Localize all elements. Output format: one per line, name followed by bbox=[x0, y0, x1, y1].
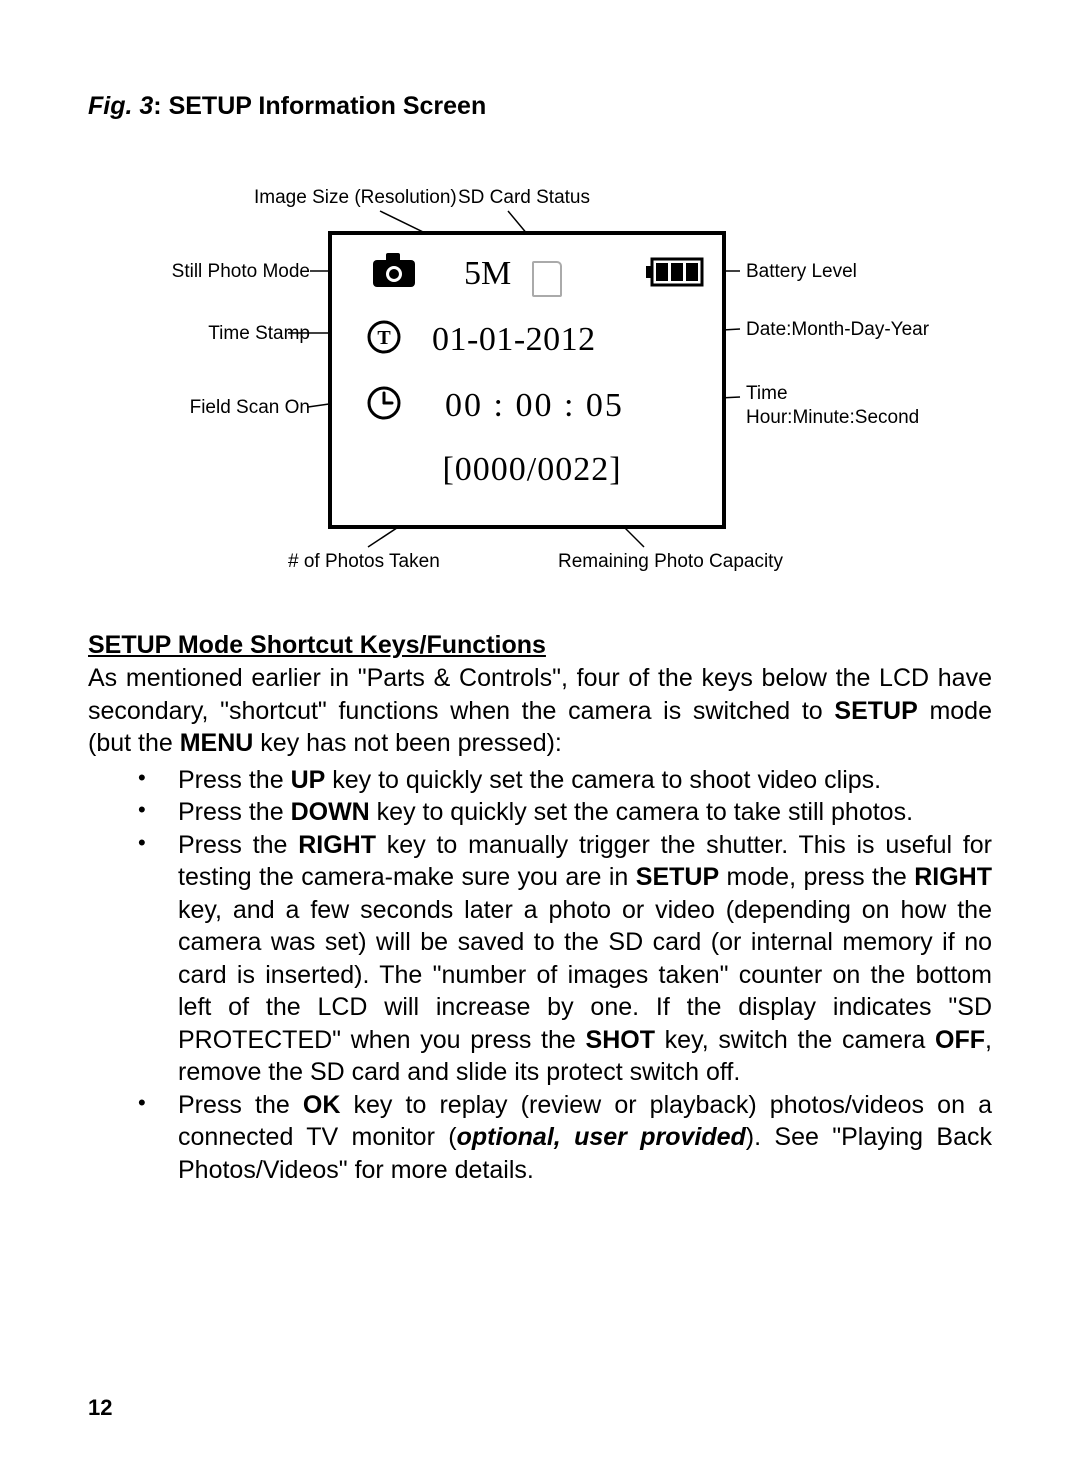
lcd-counter: [0000/0022] bbox=[442, 451, 621, 489]
intro-paragraph: As mentioned earlier in "Parts & Control… bbox=[88, 662, 992, 760]
callout-date-format: Date:Month-Day-Year bbox=[746, 319, 929, 341]
callout-time-l2: Hour:Minute:Second bbox=[746, 407, 919, 429]
clock-icon bbox=[366, 385, 402, 421]
figure-number: Fig. 3 bbox=[88, 92, 153, 120]
lcd-date: 01-01-2012 bbox=[432, 321, 596, 359]
list-item: Press the DOWN key to quickly set the ca… bbox=[138, 796, 992, 829]
page-number: 12 bbox=[88, 1395, 112, 1421]
list-item: Press the RIGHT key to manually trigger … bbox=[138, 829, 992, 1089]
lcd-resolution: 5M bbox=[464, 255, 511, 293]
callout-photos-taken: # of Photos Taken bbox=[288, 551, 440, 573]
callout-image-size: Image Size (Resolution) bbox=[254, 187, 457, 209]
list-item: Press the UP key to quickly set the came… bbox=[138, 764, 992, 797]
sd-card-icon bbox=[532, 261, 562, 297]
list-item: Press the OK key to replay (review or pl… bbox=[138, 1089, 992, 1187]
subheading-shortcut: SETUP Mode Shortcut Keys/Functions bbox=[88, 631, 992, 660]
callout-still-photo: Still Photo Mode bbox=[172, 261, 310, 283]
figure-title-text: : SETUP Information Screen bbox=[153, 92, 486, 120]
callout-time-stamp: Time Stamp bbox=[208, 323, 310, 345]
callout-sd-status: SD Card Status bbox=[458, 187, 590, 209]
lcd-time: 00 : 00 : 05 bbox=[445, 387, 624, 425]
callout-time-l1: Time bbox=[746, 383, 788, 405]
timestamp-icon: T bbox=[366, 319, 402, 355]
callout-field-scan: Field Scan On bbox=[190, 397, 310, 419]
setup-info-diagram: Image Size (Resolution) SD Card Status S… bbox=[88, 161, 992, 591]
callout-remaining: Remaining Photo Capacity bbox=[558, 551, 783, 573]
svg-text:T: T bbox=[377, 327, 391, 349]
callout-battery: Battery Level bbox=[746, 261, 857, 283]
battery-icon bbox=[646, 257, 704, 287]
shortcut-list: Press the UP key to quickly set the came… bbox=[88, 764, 992, 1187]
lcd-screen: 5M T bbox=[328, 231, 726, 529]
figure-caption: Fig. 3: SETUP Information Screen bbox=[88, 92, 992, 121]
camera-icon bbox=[372, 252, 416, 288]
